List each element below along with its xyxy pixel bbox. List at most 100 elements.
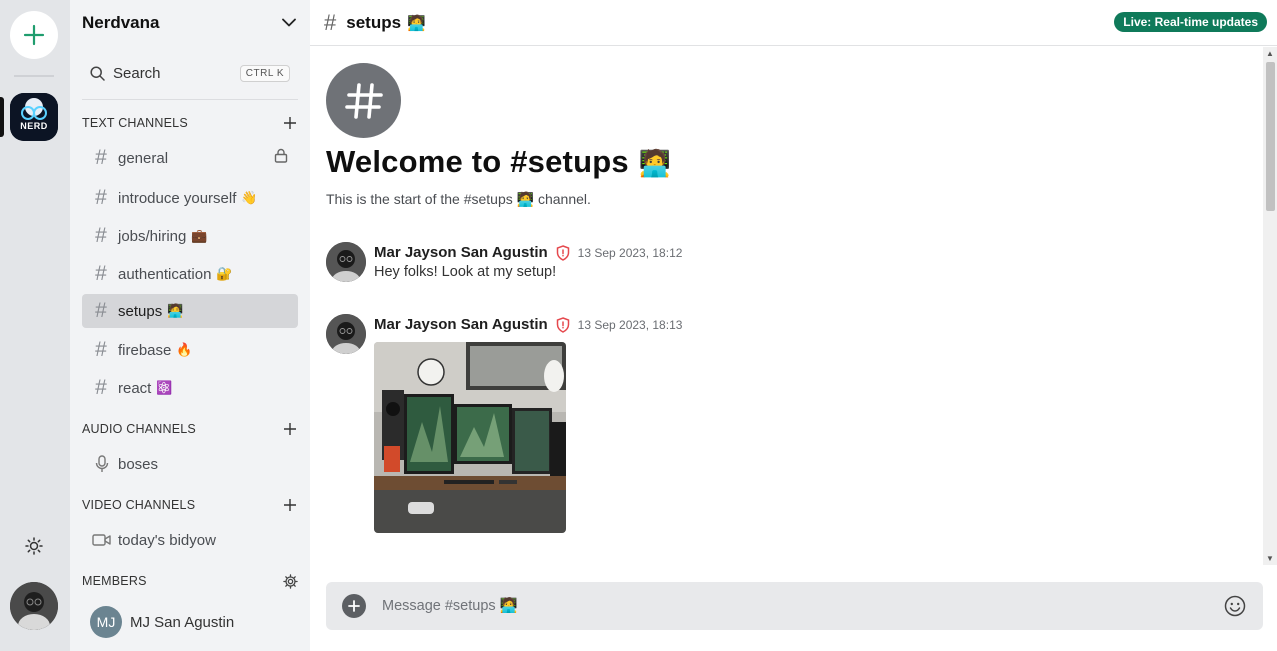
plus-icon [284,117,296,129]
search-button[interactable]: Search CTRL K [82,56,298,90]
technologist-emoji: 🧑‍💻 [638,148,672,178]
server-icon-nerdvana[interactable]: NERD [10,93,58,141]
current-user-avatar[interactable] [10,582,58,630]
plus-icon [348,600,360,612]
channel-name: setups [118,302,163,320]
message-meta: Mar Jayson San Agustin 13 Sep 2023, 18:1… [374,244,682,261]
server-name: Nerdvana [82,12,160,32]
hash-icon: # [95,299,107,322]
channel-setups[interactable]: # setups 🧑‍💻 [82,294,298,328]
hash-icon [344,82,383,119]
lock-icon [274,148,288,168]
channel-name: today's bidyow [118,531,216,549]
section-title: VIDEO CHANNELS [82,498,196,512]
video-camera-icon [92,530,112,550]
avatar-photo [10,582,58,630]
message-timestamp: 13 Sep 2023, 18:12 [577,245,683,260]
plus-icon [284,499,296,511]
message-composer [326,582,1263,630]
scroll-up-arrow-icon[interactable]: ▲ [1266,49,1274,58]
message-text: Hey folks! Look at my setup! [374,264,557,280]
channel-react[interactable]: # react ⚛️ [82,371,298,405]
channel-authentication[interactable]: # authentication 🔐 [82,257,298,291]
plus-icon [284,423,296,435]
channel-boses[interactable]: boses [82,447,298,481]
channel-name: general [118,149,169,167]
create-text-channel-button[interactable] [282,115,298,131]
hash-icon: # [95,224,107,247]
author-avatar[interactable] [326,242,366,282]
active-server-indicator [0,97,4,137]
search-icon [90,65,105,81]
theme-toggle[interactable] [22,534,46,558]
create-audio-channel-button[interactable] [282,421,298,437]
message-image-attachment[interactable] [374,342,566,533]
sun-icon [25,537,43,555]
welcome-subtitle: This is the start of the #setups 🧑‍💻 cha… [326,191,591,207]
member-avatar: MJ [90,606,122,638]
emoji-picker-button[interactable] [1223,594,1247,618]
messages-scrollbar[interactable]: ▲ ▼ [1263,47,1277,565]
channel-name: introduce yourself [118,189,237,207]
welcome-heading: Welcome to #setups 🧑‍💻 [326,144,671,180]
text-channels-header: TEXT CHANNELS [82,113,298,133]
author-name[interactable]: Mar Jayson San Agustin [374,316,548,333]
add-attachment-button[interactable] [342,594,366,618]
channel-introduce-yourself[interactable]: # introduce yourself 👋 [82,181,298,215]
technologist-emoji: 🧑‍💻 [407,14,426,32]
add-server-button[interactable] [10,11,58,59]
briefcase-emoji: 💼 [191,228,208,243]
channel-firebase[interactable]: # firebase 🔥 [82,333,298,367]
admin-shield-icon [556,316,569,333]
plus-icon [23,24,45,46]
gear-icon [282,573,298,589]
members-header: MEMBERS [82,571,298,591]
atom-emoji: ⚛️ [156,380,173,395]
scroll-down-arrow-icon[interactable]: ▼ [1266,554,1274,563]
technologist-emoji: 🧑‍💻 [167,303,184,318]
server-logo-text: NERD [20,121,48,131]
channel-title: setups [346,12,402,32]
author-name[interactable]: Mar Jayson San Agustin [374,244,548,261]
welcome-title-text: Welcome to #setups [326,144,629,179]
video-channels-header: VIDEO CHANNELS [82,495,298,515]
channel-name: jobs/hiring [118,227,187,245]
member-name: MJ San Agustin [130,613,235,631]
message-timestamp: 13 Sep 2023, 18:13 [577,317,683,332]
hash-icon: # [95,186,107,209]
section-title: MEMBERS [82,574,147,588]
section-title: TEXT CHANNELS [82,116,188,130]
channel-header: # setups 🧑‍💻 Live: Real-time updates [310,0,1277,46]
hash-icon: # [95,262,107,285]
channel-jobs-hiring[interactable]: # jobs/hiring 💼 [82,219,298,253]
search-label: Search [113,64,161,82]
hash-icon: # [324,9,337,35]
scrollbar-thumb[interactable] [1266,62,1275,211]
audio-channels-header: AUDIO CHANNELS [82,419,298,439]
admin-shield-icon [556,244,569,261]
wave-emoji: 👋 [241,190,258,205]
message-meta: Mar Jayson San Agustin 13 Sep 2023, 18:1… [374,316,682,333]
create-video-channel-button[interactable] [282,497,298,513]
manage-members-button[interactable] [282,573,298,589]
search-shortcut: CTRL K [239,64,290,82]
microphone-icon [92,454,112,474]
nerd-logo-icon [10,93,58,141]
chevron-down-icon [282,18,296,27]
channel-sidebar: Nerdvana Search CTRL K TEXT CHANNELS # g… [70,0,310,651]
channel-name: firebase [118,341,172,359]
server-rail: NERD [0,0,70,651]
server-menu-button[interactable]: Nerdvana [70,0,310,45]
search-divider [82,99,298,100]
channel-name: authentication [118,265,212,283]
hash-icon: # [95,376,107,399]
channel-todays-bidyow[interactable]: today's bidyow [82,523,298,557]
author-avatar[interactable] [326,314,366,354]
hash-icon: # [95,338,107,361]
hash-icon: # [95,146,107,169]
channel-name: react [118,379,152,397]
member-item[interactable]: MJ MJ San Agustin [90,606,234,638]
desk-setup-photo [374,342,566,533]
channel-general[interactable]: # general [82,141,298,175]
message-input[interactable] [382,591,1223,621]
